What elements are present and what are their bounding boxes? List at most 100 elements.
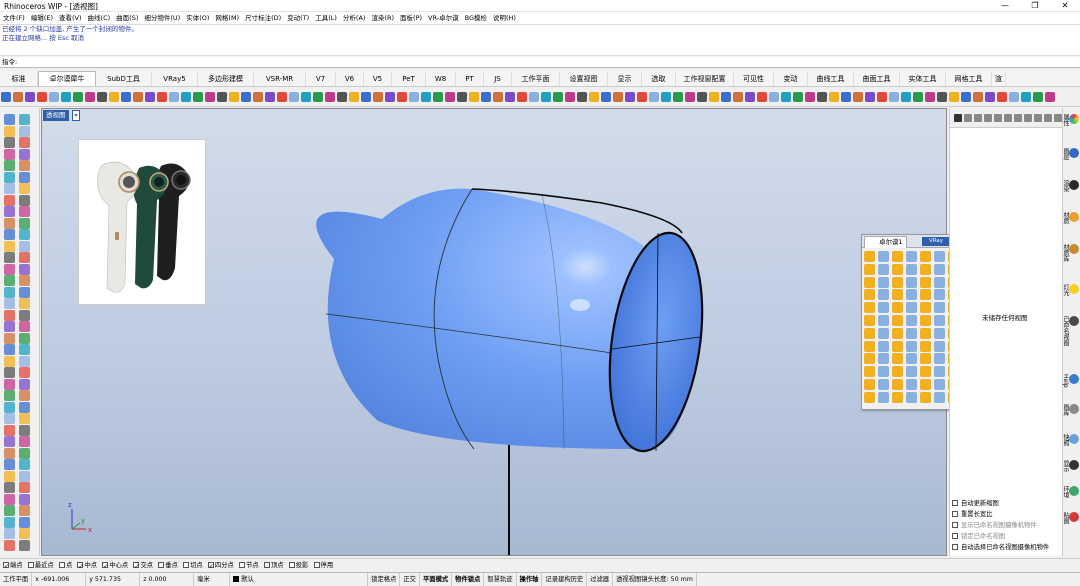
floating-tool-icon[interactable] xyxy=(920,391,931,403)
toolbar-tool-icon[interactable] xyxy=(757,92,767,102)
left-tool-icon[interactable] xyxy=(4,367,15,378)
toolbar-tool-icon[interactable] xyxy=(481,92,491,102)
status-filter[interactable]: 过滤器 xyxy=(587,573,614,586)
floating-tool-icon[interactable] xyxy=(906,378,917,390)
tab-mesh-tools[interactable]: 网格工具 xyxy=(946,72,992,86)
option-auto-select-camera[interactable]: 自动选择已命名视图摄像机物件 xyxy=(952,542,1049,551)
sidetab-lights[interactable]: 灯光 xyxy=(1062,284,1079,296)
model-canvas[interactable]: z x y xyxy=(42,109,947,556)
floating-tool-icon[interactable] xyxy=(906,289,917,301)
toolbar-tool-icon[interactable] xyxy=(241,92,251,102)
toolbar-tool-icon[interactable] xyxy=(25,92,35,102)
status-grid-snap[interactable]: 锁定格点 xyxy=(368,573,401,586)
toolbar-tool-icon[interactable] xyxy=(313,92,323,102)
toolbar-tool-icon[interactable] xyxy=(397,92,407,102)
named-view-tool-icon[interactable] xyxy=(954,114,962,122)
toolbar-tool-icon[interactable] xyxy=(13,92,23,102)
tab-surface-tools[interactable]: 曲面工具 xyxy=(854,72,900,86)
sidetab-layers[interactable]: 图层 xyxy=(1062,148,1079,160)
tab-w8[interactable]: W8 xyxy=(426,72,456,86)
status-cplane[interactable]: 工作平面 xyxy=(0,573,33,586)
left-tool-icon[interactable] xyxy=(19,160,30,171)
osnap-quad[interactable]: 四分点 xyxy=(207,559,234,573)
floating-tool-icon[interactable] xyxy=(920,378,931,390)
floating-tool-icon[interactable] xyxy=(906,327,917,339)
toolbar-tool-icon[interactable] xyxy=(133,92,143,102)
floating-tool-icon[interactable] xyxy=(864,366,875,378)
floating-tool-icon[interactable] xyxy=(920,327,931,339)
menu-solid[interactable]: 实体(O) xyxy=(183,12,212,24)
left-tool-icon[interactable] xyxy=(4,148,15,160)
floating-tool-icon[interactable] xyxy=(864,353,875,365)
toolbar-tool-icon[interactable] xyxy=(181,92,191,102)
toolbar-tool-icon[interactable] xyxy=(949,92,959,102)
toolbar-tool-icon[interactable] xyxy=(817,92,827,102)
left-tool-icon[interactable] xyxy=(19,298,30,309)
named-view-tool-icon[interactable] xyxy=(964,114,972,122)
toolbar-tool-icon[interactable] xyxy=(637,92,647,102)
toolbar-tool-icon[interactable] xyxy=(937,92,947,102)
menu-subd[interactable]: 细分物件(U) xyxy=(141,12,183,24)
sidetab-snapshots[interactable]: 快照 xyxy=(1062,434,1079,446)
floating-tool-icon[interactable] xyxy=(878,366,889,378)
floating-tool-icon[interactable] xyxy=(920,340,931,352)
toolbar-tool-icon[interactable] xyxy=(925,92,935,102)
floating-tool-icon[interactable] xyxy=(934,302,945,314)
menu-vr[interactable]: VR-卓尔谟 xyxy=(425,12,462,24)
sidetab-render[interactable]: 渲染 xyxy=(1062,180,1079,192)
left-tool-icon[interactable] xyxy=(19,424,30,436)
floating-tool-icon[interactable] xyxy=(934,327,945,339)
left-tool-icon[interactable] xyxy=(19,194,30,206)
toolbar-tool-icon[interactable] xyxy=(973,92,983,102)
menu-analyze[interactable]: 分析(A) xyxy=(340,12,369,24)
named-view-tool-icon[interactable] xyxy=(984,114,992,122)
left-tool-icon[interactable] xyxy=(19,183,30,194)
menu-mesh[interactable]: 网格(M) xyxy=(212,12,242,24)
left-tool-icon[interactable] xyxy=(4,125,15,137)
left-tool-icon[interactable] xyxy=(19,459,30,470)
toolbar-tool-icon[interactable] xyxy=(169,92,179,102)
option-auto-update-thumbnail[interactable]: 自动更新缩图 xyxy=(952,498,999,507)
floating-tool-icon[interactable] xyxy=(906,276,917,288)
floating-tool-icon[interactable] xyxy=(878,263,889,275)
toolbar-tool-icon[interactable] xyxy=(745,92,755,102)
osnap-project[interactable]: 投影 xyxy=(288,559,308,572)
status-history[interactable]: 记录建构历史 xyxy=(542,573,588,586)
left-tool-icon[interactable] xyxy=(19,528,30,539)
menu-transform[interactable]: 变动(T) xyxy=(284,12,312,24)
left-tool-icon[interactable] xyxy=(4,436,15,447)
left-tool-icon[interactable] xyxy=(19,240,30,252)
status-planar[interactable]: 平面模式 xyxy=(420,573,453,586)
left-tool-icon[interactable] xyxy=(4,206,15,217)
command-input[interactable]: 指令: xyxy=(0,57,1080,68)
named-view-tool-icon[interactable] xyxy=(1044,114,1052,122)
toolbar-tool-icon[interactable] xyxy=(577,92,587,102)
floating-tool-icon[interactable] xyxy=(906,366,917,378)
toolbar-tool-icon[interactable] xyxy=(985,92,995,102)
toolbar-tool-icon[interactable] xyxy=(349,92,359,102)
left-tool-icon[interactable] xyxy=(19,390,30,401)
floating-tool-icon[interactable] xyxy=(920,366,931,378)
tab-visibility[interactable]: 可见性 xyxy=(734,72,774,86)
sidetab-environment[interactable]: 环境 xyxy=(1062,486,1079,498)
toolbar-tool-icon[interactable] xyxy=(805,92,815,102)
floating-tool-icon[interactable] xyxy=(864,276,875,288)
left-tool-icon[interactable] xyxy=(19,229,30,240)
named-view-tool-icon[interactable] xyxy=(1034,114,1042,122)
named-view-tool-icon[interactable] xyxy=(994,114,1002,122)
floating-tool-icon[interactable] xyxy=(906,263,917,275)
left-tool-icon[interactable] xyxy=(4,321,15,332)
toolbar-tool-icon[interactable] xyxy=(409,92,419,102)
floating-tool-icon[interactable] xyxy=(934,314,945,326)
left-tool-icon[interactable] xyxy=(19,286,30,298)
tab-v6[interactable]: V6 xyxy=(336,72,364,86)
toolbar-tool-icon[interactable] xyxy=(685,92,695,102)
osnap-intersection[interactable]: 交点 xyxy=(133,559,153,573)
named-view-tool-icon[interactable] xyxy=(1054,114,1062,122)
option-show-named-view-cameras[interactable]: 显示已命名视图摄像机物件 xyxy=(952,520,1037,529)
option-reset-aspect[interactable]: 重置长宽比 xyxy=(952,509,992,518)
tab-viewport-layout[interactable]: 工作视窗配置 xyxy=(676,72,734,86)
left-tool-icon[interactable] xyxy=(4,275,15,286)
left-tool-icon[interactable] xyxy=(4,229,15,240)
floating-tool-icon[interactable] xyxy=(892,276,903,288)
